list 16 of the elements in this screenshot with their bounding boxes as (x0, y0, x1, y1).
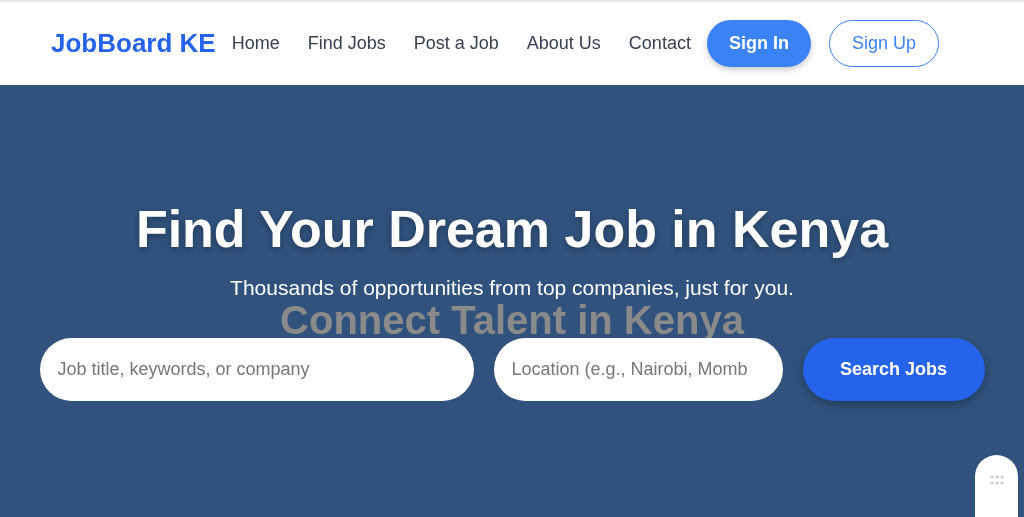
sign-in-button[interactable]: Sign In (706, 20, 811, 67)
nav-link[interactable]: Post a Job (413, 33, 499, 54)
site-logo[interactable]: JobBoard KE (51, 28, 216, 59)
nav-link[interactable]: Contact (628, 33, 691, 54)
location-field[interactable]: Location (e.g., Nairobi, Momb (493, 338, 783, 401)
dots-grid-icon (989, 475, 1004, 485)
nav-link[interactable]: About Us (526, 33, 601, 54)
search-jobs-button[interactable]: Search Jobs (802, 338, 985, 401)
sign-up-button[interactable]: Sign Up (828, 20, 939, 67)
hero-subtitle: Thousands of opportunities from top companies, just for you. (230, 276, 794, 300)
side-widget[interactable] (975, 455, 1018, 517)
background-text: Connect Talent in Kenya (280, 300, 744, 340)
keyword-field[interactable]: Job title, keywords, or company (39, 338, 474, 401)
nav-link[interactable]: Home (231, 33, 280, 54)
nav-link[interactable]: Find Jobs (307, 33, 386, 54)
hero-title: Find Your Dream Job in Kenya (135, 199, 889, 259)
